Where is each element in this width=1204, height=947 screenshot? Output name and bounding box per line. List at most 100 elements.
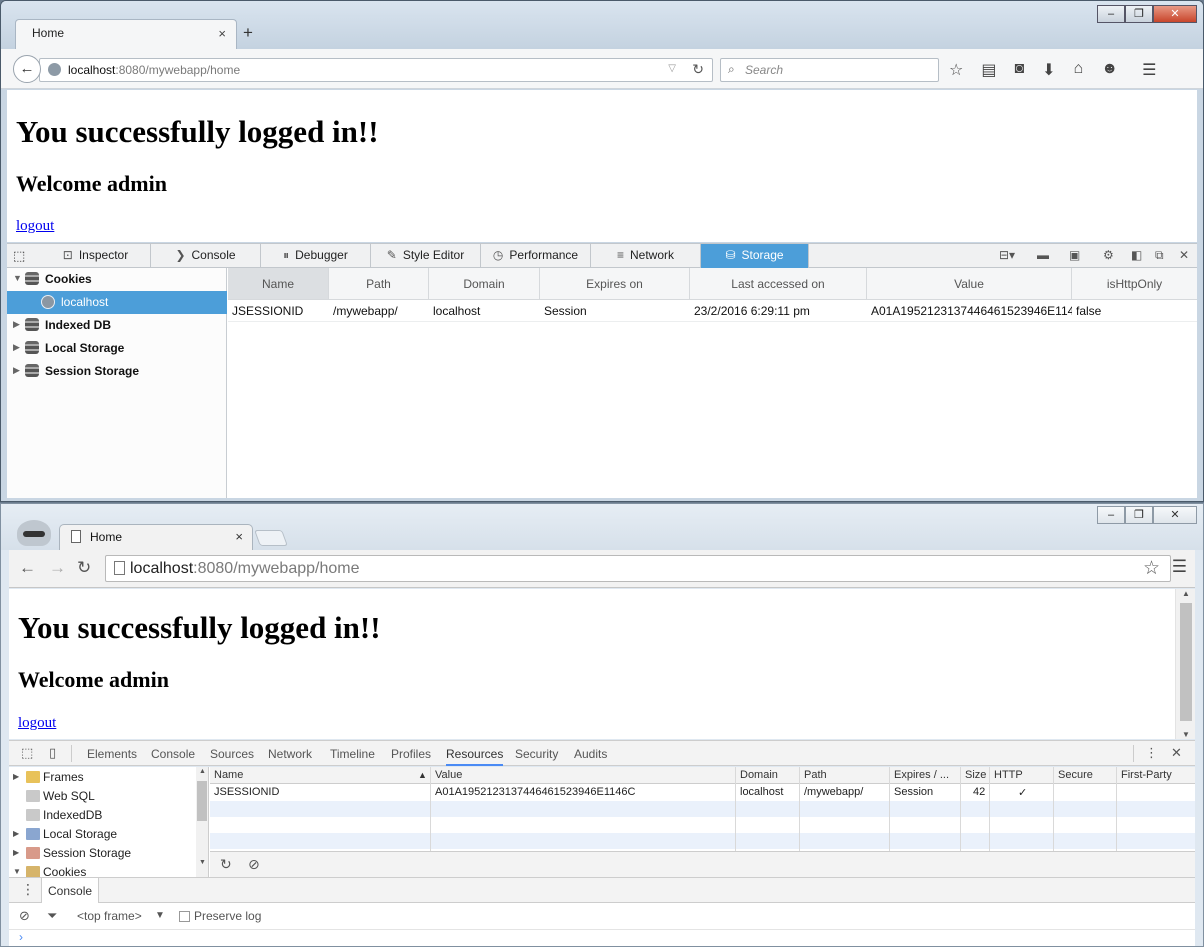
cell-value[interactable]: A01A19521231374464615239​46E1146C [435, 786, 635, 798]
tree-item-session-storage[interactable]: ▶ Session Storage [7, 360, 227, 383]
devtools-tab-inspector[interactable]: ⊡ Inspector [41, 244, 151, 268]
clear-console-icon[interactable]: ⊘ [19, 908, 30, 924]
cell-path[interactable]: /mywebapp/ [804, 786, 863, 798]
scroll-up-icon[interactable]: ▲ [199, 768, 206, 775]
devtools-tab-network[interactable]: ≡ Network [591, 244, 701, 268]
devtools-tab-storage[interactable]: ⛁ Storage [701, 244, 809, 268]
hamburger-menu-icon[interactable]: ☰ [1172, 557, 1187, 577]
ff-tab-home[interactable]: Home × [15, 19, 237, 49]
devtools-tab-console[interactable]: Console [151, 747, 195, 761]
maximize-icon[interactable]: ❐ [1125, 5, 1153, 23]
table-row[interactable]: JSESSIONID /mywebapp/ localhost Session … [228, 300, 1197, 322]
devtools-tab-elements[interactable]: Elements [87, 747, 137, 761]
settings-gear-icon[interactable]: ⚙ [1103, 248, 1114, 262]
cell-domain[interactable]: localhost [740, 786, 783, 798]
collapsed-arrow-icon[interactable]: ▶ [13, 365, 20, 376]
devtools-tab-timeline[interactable]: Timeline [330, 747, 375, 761]
scroll-thumb[interactable] [197, 781, 207, 821]
column-header-domain[interactable]: Domain [740, 769, 778, 781]
tree-item-localhost[interactable]: localhost [7, 291, 227, 314]
new-tab-button[interactable]: + [243, 23, 253, 43]
column-header-last-accessed[interactable]: Last accessed on [690, 268, 867, 299]
column-header-secure[interactable]: Secure [1058, 769, 1093, 781]
back-arrow-icon[interactable]: ← [19, 558, 36, 578]
close-tab-icon[interactable]: × [235, 529, 243, 544]
column-header-expires[interactable]: Expires / ... [894, 769, 958, 781]
hamburger-menu-icon[interactable]: ☰ [1142, 60, 1156, 80]
drawer-menu-icon[interactable]: ⋮ [21, 881, 35, 898]
close-devtools-icon[interactable]: ✕ [1179, 248, 1189, 262]
collapsed-arrow-icon[interactable]: ▶ [13, 848, 19, 857]
refresh-icon[interactable]: ↻ [220, 856, 232, 873]
cell-expires[interactable]: Session [894, 786, 933, 798]
bookmark-star-icon[interactable]: ☆ [949, 60, 963, 80]
collapsed-arrow-icon[interactable]: ▶ [13, 319, 20, 330]
devtools-tab-resources[interactable]: Resources [446, 747, 504, 766]
cell-http-check[interactable]: ✓ [1018, 786, 1027, 799]
column-header-path[interactable]: Path [329, 268, 429, 299]
column-header-httponly[interactable]: isHttpOnly [1072, 268, 1197, 299]
collapsed-arrow-icon[interactable]: ▶ [13, 772, 19, 781]
cr-omnibox[interactable]: localhost:8080/mywebapp/home ☆ [105, 555, 1171, 582]
reading-list-icon[interactable]: ▤ [981, 60, 996, 80]
devtools-tab-performance[interactable]: ◷ Performance [481, 244, 591, 268]
scroll-down-icon[interactable]: ▼ [199, 859, 206, 866]
devtools-tab-console[interactable]: ❯ Console [151, 244, 261, 268]
column-header-size[interactable]: Size [965, 769, 986, 781]
frame-select-icon[interactable]: ⊟▾ [999, 248, 1015, 262]
more-options-icon[interactable]: ⋮ [1145, 745, 1158, 761]
column-header-first-party[interactable]: First-Party [1121, 769, 1172, 781]
scroll-down-icon[interactable]: ▼ [1182, 730, 1190, 739]
scroll-thumb[interactable] [1180, 603, 1192, 721]
devtools-tab-debugger[interactable]: ⏸ Debugger [261, 244, 371, 268]
console-prompt[interactable]: › [9, 930, 1195, 946]
tree-item-indexed-db[interactable]: ▶ Indexed DB [7, 314, 227, 337]
cr-tab-home[interactable]: Home × [59, 524, 253, 551]
filter-icon[interactable]: ⏷ [47, 908, 57, 924]
dock-side-icon[interactable]: ◧ [1131, 248, 1142, 262]
close-devtools-icon[interactable]: ✕ [1171, 745, 1182, 761]
devtools-tab-security[interactable]: Security [515, 747, 558, 761]
column-header-expires[interactable]: Expires on [540, 268, 690, 299]
ff-search-box[interactable]: ⌕ Search [720, 58, 939, 82]
split-console-icon[interactable]: ▬ [1037, 248, 1049, 262]
preserve-log-checkbox[interactable] [179, 911, 190, 922]
close-window-icon[interactable]: ✕ [1153, 5, 1197, 23]
back-arrow-icon[interactable]: ← [13, 55, 41, 83]
devtools-tab-network[interactable]: Network [268, 747, 312, 761]
element-picker-icon[interactable]: ⬚ [21, 745, 33, 761]
column-header-name[interactable]: Name [214, 769, 243, 781]
column-header-name[interactable]: Name [228, 268, 329, 299]
devtools-tab-sources[interactable]: Sources [210, 747, 254, 761]
column-header-path[interactable]: Path [804, 769, 827, 781]
sort-ascending-icon[interactable]: ▲ [418, 770, 427, 780]
column-header-domain[interactable]: Domain [429, 268, 540, 299]
element-picker-icon[interactable]: ⬚ [13, 248, 25, 264]
scroll-up-icon[interactable]: ▲ [1182, 589, 1190, 598]
collapsed-arrow-icon[interactable]: ▶ [13, 342, 20, 353]
pocket-icon[interactable]: ◙ [1014, 60, 1024, 80]
forward-arrow-icon[interactable]: → [49, 558, 66, 578]
expanded-arrow-icon[interactable]: ▼ [13, 867, 21, 876]
logout-link[interactable]: logout [18, 715, 56, 732]
column-header-value[interactable]: Value [867, 268, 1072, 299]
bookmark-star-icon[interactable]: ☆ [1143, 557, 1160, 580]
device-mode-icon[interactable]: ▯ [49, 745, 56, 761]
download-icon[interactable]: ⬇ [1042, 60, 1055, 80]
dropdown-arrow-icon[interactable]: ▽ [668, 63, 676, 74]
tree-item-local-storage[interactable]: ▶ Local Storage [7, 337, 227, 360]
column-header-value[interactable]: Value [435, 769, 462, 781]
collapsed-arrow-icon[interactable]: ▶ [13, 829, 19, 838]
reload-icon[interactable]: ↻ [692, 61, 704, 78]
expanded-arrow-icon[interactable]: ▼ [13, 273, 22, 283]
undock-window-icon[interactable]: ⧉ [1155, 248, 1164, 263]
clear-all-icon[interactable]: ⊘ [248, 856, 260, 873]
tree-item-cookies[interactable]: ▼ Cookies [7, 268, 227, 291]
page-scrollbar[interactable]: ▲ ▼ [1175, 589, 1195, 739]
close-tab-icon[interactable]: × [218, 26, 226, 41]
column-header-http[interactable]: HTTP [994, 769, 1023, 781]
cell-name[interactable]: JSESSIONID [214, 786, 279, 798]
devtools-tab-profiles[interactable]: Profiles [391, 747, 431, 761]
minimize-icon[interactable]: – [1097, 506, 1125, 524]
new-tab-button[interactable] [254, 530, 288, 546]
